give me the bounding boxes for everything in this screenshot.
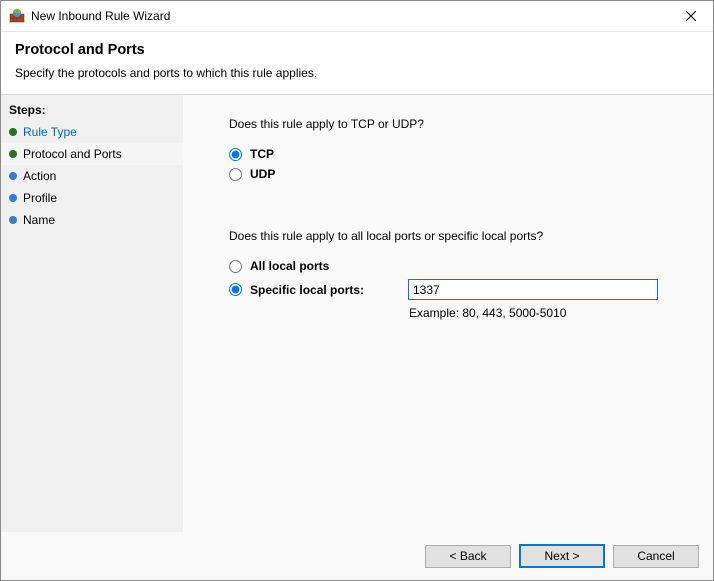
page-title: Protocol and Ports (15, 42, 699, 58)
radio-row-all-ports: All local ports (229, 259, 689, 273)
step-label[interactable]: Rule Type (23, 125, 77, 139)
step-bullet-icon (9, 194, 17, 202)
step-label: Name (23, 213, 55, 227)
radio-row-tcp: TCP (229, 147, 689, 161)
radio-all-ports[interactable] (229, 260, 242, 273)
step-label: Action (23, 169, 56, 183)
step-bullet-icon (9, 150, 17, 158)
step-action: Action (1, 165, 183, 187)
radio-specific-ports[interactable] (229, 283, 242, 296)
wizard-footer: < Back Next > Cancel (1, 532, 713, 580)
step-name: Name (1, 209, 183, 231)
step-protocol-and-ports: Protocol and Ports (1, 143, 183, 165)
page-subtitle: Specify the protocols and ports to which… (15, 66, 699, 80)
radio-all-ports-label[interactable]: All local ports (250, 259, 329, 273)
window-title: New Inbound Rule Wizard (31, 9, 668, 23)
radio-udp[interactable] (229, 168, 242, 181)
ports-example-text: Example: 80, 443, 5000-5010 (409, 306, 689, 320)
next-button[interactable]: Next > (519, 544, 605, 568)
close-icon (686, 11, 696, 21)
specific-ports-input[interactable] (408, 279, 658, 300)
step-bullet-icon (9, 216, 17, 224)
step-bullet-icon (9, 172, 17, 180)
radio-row-udp: UDP (229, 167, 689, 181)
radio-row-specific-ports: Specific local ports: (229, 279, 689, 300)
step-label: Protocol and Ports (23, 147, 122, 161)
wizard-header: Protocol and Ports Specify the protocols… (1, 32, 713, 95)
cancel-button[interactable]: Cancel (613, 545, 699, 568)
firewall-icon (9, 8, 25, 24)
main-panel: Does this rule apply to TCP or UDP? TCP … (183, 95, 713, 532)
back-button[interactable]: < Back (425, 545, 511, 568)
step-profile: Profile (1, 187, 183, 209)
step-bullet-icon (9, 128, 17, 136)
step-label: Profile (23, 191, 57, 205)
question-protocol: Does this rule apply to TCP or UDP? (229, 117, 689, 131)
radio-udp-label[interactable]: UDP (250, 167, 275, 181)
titlebar: New Inbound Rule Wizard (1, 1, 713, 32)
step-rule-type[interactable]: Rule Type (1, 121, 183, 143)
steps-sidebar: Steps: Rule Type Protocol and Ports Acti… (1, 95, 183, 532)
steps-heading: Steps: (1, 101, 183, 121)
radio-tcp-label[interactable]: TCP (250, 147, 274, 161)
question-ports: Does this rule apply to all local ports … (229, 229, 689, 243)
close-button[interactable] (668, 1, 713, 31)
radio-specific-ports-label[interactable]: Specific local ports: (250, 283, 400, 297)
wizard-window: New Inbound Rule Wizard Protocol and Por… (0, 0, 714, 581)
radio-tcp[interactable] (229, 148, 242, 161)
wizard-body: Steps: Rule Type Protocol and Ports Acti… (1, 95, 713, 532)
